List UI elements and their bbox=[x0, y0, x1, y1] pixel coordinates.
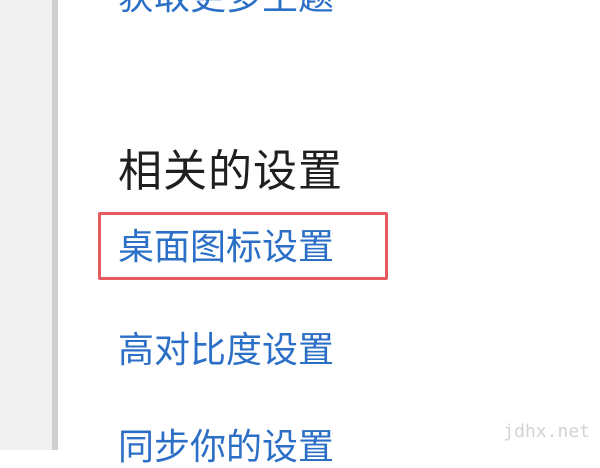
left-gutter-panel bbox=[0, 0, 58, 450]
get-more-themes-link[interactable]: 获取更多主题 bbox=[118, 0, 334, 16]
left-panel-edge-divider bbox=[52, 0, 58, 450]
high-contrast-settings-link[interactable]: 高对比度设置 bbox=[118, 333, 334, 369]
watermark-text: jdhx.net bbox=[503, 421, 590, 442]
sync-your-settings-link[interactable]: 同步你的设置 bbox=[118, 430, 334, 466]
highlight-box bbox=[98, 212, 388, 280]
related-settings-heading: 相关的设置 bbox=[118, 146, 343, 197]
